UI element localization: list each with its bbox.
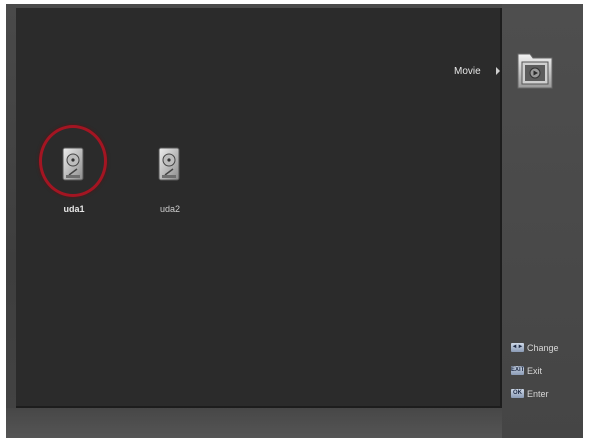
hard-disk-icon (158, 147, 180, 181)
tv-screen: Movie uda1 uda2 ◄► Change EXIT Exit OK E… (6, 4, 583, 438)
legend-change[interactable]: ◄► Change (511, 342, 581, 353)
category-arrow-icon (496, 67, 500, 75)
category-label: Movie (454, 66, 481, 77)
arrow-key-icon: ◄► (511, 343, 524, 352)
legend-enter-label: Enter (527, 388, 549, 399)
legend-enter[interactable]: OK Enter (511, 388, 581, 399)
drive-uda2[interactable]: uda2 (140, 142, 200, 222)
drive-uda1[interactable]: uda1 (44, 142, 104, 222)
hard-disk-icon (62, 147, 84, 181)
legend-exit[interactable]: EXIT Exit (511, 365, 581, 376)
drive-label: uda1 (63, 204, 85, 214)
bottom-strip (6, 408, 502, 438)
legend-exit-label: Exit (527, 365, 543, 376)
drive-label: uda2 (159, 204, 181, 214)
exit-key-icon: EXIT (511, 366, 525, 375)
key-legend: ◄► Change EXIT Exit OK Enter (511, 342, 581, 411)
legend-change-label: Change (527, 342, 559, 353)
movie-folder-icon[interactable] (516, 48, 554, 90)
ok-key-icon: OK (511, 389, 524, 398)
